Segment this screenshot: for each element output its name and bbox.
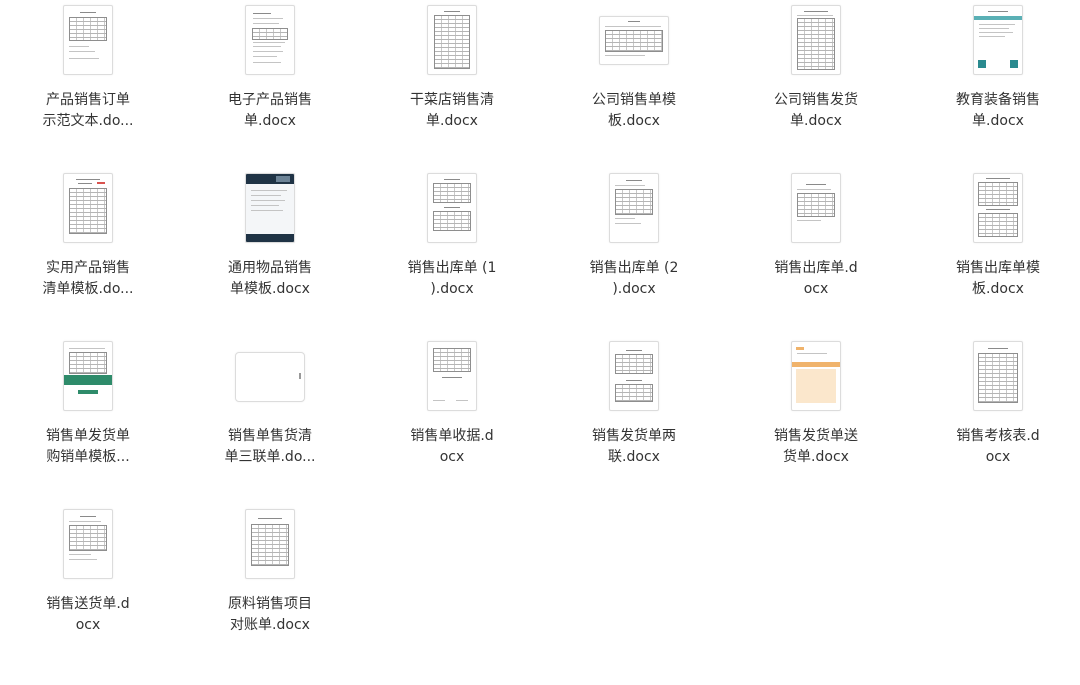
docx-thumbnail-icon [245,173,295,243]
file-name: 销售出库单模 板.docx [956,260,1040,297]
file-item[interactable]: 通用物品销售 单模板.docx [200,168,340,318]
file-name: 产品销售订单 示范文本.do... [42,92,134,129]
docx-thumbnail-icon [63,341,113,411]
file-item[interactable]: 公司销售单模 板.docx [564,0,704,150]
file-name: 通用物品销售 单模板.docx [228,260,312,297]
file-item[interactable]: 销售出库单 (2).docx [564,168,704,318]
docx-thumbnail-icon [63,5,113,75]
file-item[interactable]: 产品销售订单 示范文本.do... [18,0,158,150]
file-name: 销售发货单送 货单.docx [774,428,858,465]
file-name: 销售考核表.d ocx [956,428,1040,465]
docx-thumbnail-icon [973,173,1023,243]
file-name: 销售出库单 (2).docx [589,260,679,297]
docx-thumbnail-icon [609,341,659,411]
file-name: 干菜店销售清 单.docx [410,92,494,129]
file-item[interactable]: 实用产品销售 清单模板.do... [18,168,158,318]
file-name: 销售单发货单 购销单模板... [46,428,130,465]
docx-thumbnail-icon [427,5,477,75]
file-name: 公司销售单模 板.docx [592,92,676,129]
docx-thumbnail-icon [599,16,669,65]
file-item[interactable]: 干菜店销售清 单.docx [382,0,522,150]
docx-thumbnail-icon [791,5,841,75]
file-name: 销售单售货清 单三联单.do... [224,428,316,465]
file-grid: 产品销售订单 示范文本.do... 电子产品销售 单.docx 干菜店销售清 单.do… [0,0,1080,685]
file-item[interactable]: 销售出库单.d ocx [746,168,886,318]
docx-thumbnail-icon [245,5,295,75]
docx-thumbnail-icon [609,173,659,243]
file-name: 销售送货单.d ocx [46,596,130,633]
docx-thumbnail-icon [973,5,1023,75]
file-name: 教育装备销售 单.docx [956,92,1040,129]
file-name: 实用产品销售 清单模板.do... [42,260,134,297]
file-item[interactable]: 销售考核表.d ocx [928,336,1068,486]
file-item[interactable]: 电子产品销售 单.docx [200,0,340,150]
file-item[interactable]: 销售送货单.d ocx [18,504,158,654]
file-item[interactable]: 销售单售货清 单三联单.do... [200,336,340,486]
file-item[interactable]: 销售单发货单 购销单模板... [18,336,158,486]
file-name: 公司销售发货 单.docx [774,92,858,129]
docx-thumbnail-icon [791,341,841,411]
file-item[interactable]: 销售单收据.d ocx [382,336,522,486]
file-name: 销售发货单两 联.docx [592,428,676,465]
file-item[interactable]: 销售出库单 (1).docx [382,168,522,318]
file-item[interactable]: 原料销售项目 对账单.docx [200,504,340,654]
docx-thumbnail-icon [63,173,113,243]
docx-thumbnail-icon [427,173,477,243]
docx-thumbnail-icon [973,341,1023,411]
docx-thumbnail-icon [427,341,477,411]
docx-thumbnail-icon [235,352,305,402]
file-item[interactable]: 销售出库单模 板.docx [928,168,1068,318]
file-name: 销售单收据.d ocx [410,428,494,465]
docx-thumbnail-icon [245,509,295,579]
file-name: 销售出库单 (1).docx [407,260,497,297]
file-item[interactable]: 销售发货单送 货单.docx [746,336,886,486]
docx-thumbnail-icon [791,173,841,243]
file-item[interactable]: 销售发货单两 联.docx [564,336,704,486]
file-item[interactable]: 教育装备销售 单.docx [928,0,1068,150]
file-name: 电子产品销售 单.docx [228,92,312,129]
docx-thumbnail-icon [63,509,113,579]
file-name: 销售出库单.d ocx [774,260,858,297]
file-item[interactable]: 公司销售发货 单.docx [746,0,886,150]
file-name: 原料销售项目 对账单.docx [228,596,312,633]
